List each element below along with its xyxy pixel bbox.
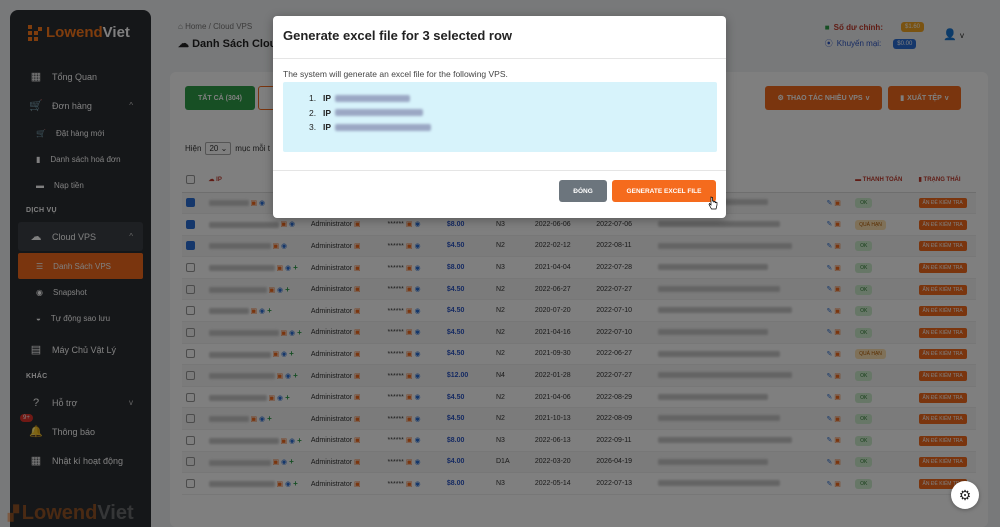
ip-prefix: IP: [323, 93, 332, 104]
list-item: 2. IP: [309, 106, 717, 121]
ip-prefix: IP: [323, 122, 332, 133]
list-number: 3.: [309, 122, 317, 133]
modal-divider: [273, 58, 726, 59]
generate-excel-modal: Generate excel file for 3 selected row T…: [273, 16, 726, 218]
modal-description: The system will generate an excel file f…: [283, 69, 508, 79]
mouse-pointer-icon: [708, 196, 718, 210]
settings-fab[interactable]: ⚙: [951, 481, 979, 509]
ip-value-redacted: [335, 109, 424, 117]
selected-ip-list: 1. IP 2. IP 3. IP: [283, 82, 717, 152]
list-number: 1.: [309, 93, 317, 104]
list-number: 2.: [309, 107, 317, 118]
modal-divider: [273, 170, 726, 171]
generate-excel-button[interactable]: GENERATE EXCEL FILE: [612, 180, 716, 202]
ip-prefix: IP: [323, 107, 332, 118]
close-button[interactable]: ĐÓNG: [559, 180, 607, 202]
modal-title: Generate excel file for 3 selected row: [283, 28, 513, 43]
list-item: 1. IP: [309, 91, 717, 106]
ip-value-redacted: [335, 123, 432, 131]
gear-icon: ⚙: [958, 486, 972, 503]
list-item: 3. IP: [309, 120, 717, 135]
ip-value-redacted: [335, 94, 411, 102]
